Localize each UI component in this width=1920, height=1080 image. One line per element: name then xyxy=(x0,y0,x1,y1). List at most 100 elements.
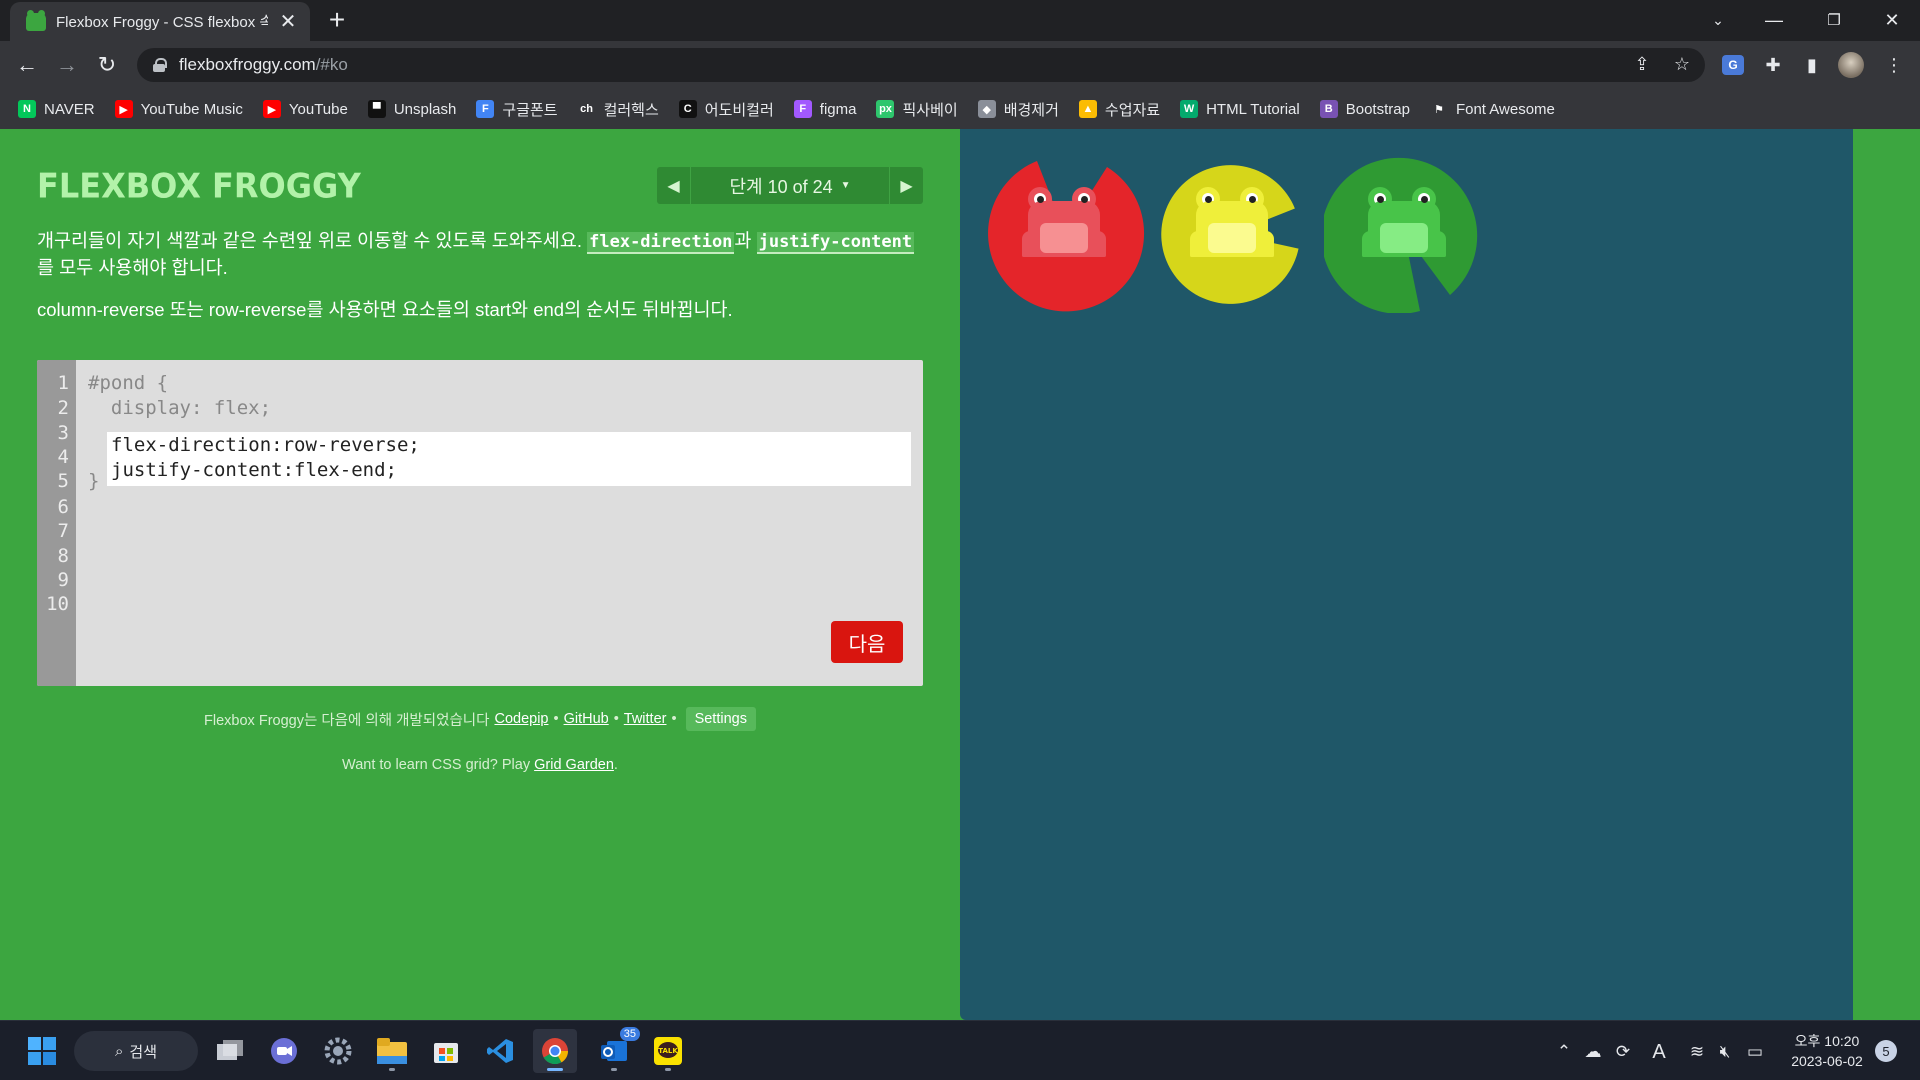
bookmark-item[interactable]: ▲ 수업자료 xyxy=(1078,89,1161,129)
bookmark-label: 구글폰트 xyxy=(502,101,558,119)
ime-indicator[interactable]: A xyxy=(1648,1041,1670,1063)
css-editor: 1 2 3 4 5 6 7 8 9 10 #pond { display: fl… xyxy=(37,360,923,686)
bookmark-item[interactable]: ▀ Unsplash xyxy=(367,89,456,129)
frog-favicon-icon xyxy=(26,9,46,31)
settings-gear-icon[interactable] xyxy=(316,1029,360,1073)
reload-icon[interactable]: ↻ xyxy=(91,49,123,81)
grid-promo-period: . xyxy=(613,757,618,773)
bookmark-item[interactable]: ch 컬러헥스 xyxy=(577,89,659,129)
page-right-margin xyxy=(1853,129,1920,1020)
grid-garden-link[interactable]: Grid Garden xyxy=(534,757,614,773)
instruction-text: 개구리들이 자기 색깔과 같은 수련잎 위로 이동할 수 있도록 도와주세요. xyxy=(37,230,588,251)
microsoft-store-icon[interactable] xyxy=(424,1029,468,1073)
new-tab-button[interactable]: + xyxy=(322,6,352,36)
bookmark-item[interactable]: B Bootstrap xyxy=(1319,89,1410,129)
lock-icon[interactable] xyxy=(153,58,167,72)
bookmark-label: 수업자료 xyxy=(1104,101,1161,119)
windows-start-icon[interactable] xyxy=(20,1029,64,1073)
back-arrow-icon[interactable]: ← xyxy=(11,49,43,81)
code-justify-content[interactable]: justify-content xyxy=(756,232,915,254)
close-window-button[interactable]: ✕ xyxy=(1864,0,1920,40)
codepip-link[interactable]: Codepip xyxy=(494,711,548,727)
extensions-puzzle-icon[interactable]: ✚ xyxy=(1758,50,1788,80)
zoom-icon[interactable] xyxy=(262,1029,306,1073)
bookmark-star-icon[interactable]: ☆ xyxy=(1667,49,1697,79)
profile-avatar[interactable] xyxy=(1838,52,1864,78)
url-host: flexboxfroggy.com xyxy=(179,55,316,74)
bookmark-item[interactable]: ▶ YouTube Music xyxy=(114,89,243,129)
youtube-music-icon: ▶ xyxy=(114,100,133,118)
pixabay-icon: px xyxy=(876,100,895,118)
level-indicator[interactable]: 단계 10 of 24 ▼ xyxy=(691,167,889,204)
settings-button[interactable]: Settings xyxy=(685,707,756,731)
svg-text:TALK: TALK xyxy=(658,1047,678,1055)
restore-button[interactable]: ❐ xyxy=(1806,0,1862,40)
wifi-icon[interactable]: ≋ xyxy=(1686,1041,1708,1063)
bookmark-label: Bootstrap xyxy=(1345,100,1410,118)
volume-muted-icon[interactable]: 🔇︎ xyxy=(1714,1041,1736,1063)
chrome-icon[interactable] xyxy=(533,1029,577,1073)
vscode-icon[interactable] xyxy=(478,1029,522,1073)
notification-badge[interactable]: 5 xyxy=(1875,1040,1897,1062)
menu-kebab-icon[interactable]: ⋮ xyxy=(1879,50,1909,80)
onedrive-cloud-icon[interactable]: ☁ xyxy=(1582,1041,1604,1063)
bookmark-item[interactable]: Ffigma xyxy=(793,89,856,129)
close-tab-icon[interactable]: ✕ xyxy=(278,9,298,34)
colorhex-icon: ch xyxy=(577,100,596,118)
line-number: 1 xyxy=(57,372,69,394)
github-link[interactable]: GitHub xyxy=(564,711,609,727)
bookmark-item[interactable]: ◆ 배경제거 xyxy=(977,89,1059,129)
line-number: 2 xyxy=(57,397,69,419)
line-number: 3 xyxy=(57,422,69,444)
share-icon[interactable]: ⇪ xyxy=(1627,49,1657,79)
bookmark-item[interactable]: N NAVER xyxy=(18,89,95,129)
frog-leg xyxy=(1362,231,1378,257)
instruction-paragraph-2: column-reverse 또는 row-reverse를 사용하면 요소들의… xyxy=(37,299,733,320)
line-number: 5 xyxy=(57,470,69,492)
instruction-text: 를 모두 사용해야 합니다. xyxy=(37,257,228,278)
sidebar: FLEXBOX FROGGY ◀ 단계 10 of 24 ▼ ▶ 개구리들이 자… xyxy=(0,129,960,1020)
outlook-icon[interactable]: 35 xyxy=(592,1027,640,1073)
address-bar[interactable]: flexboxfroggy.com /#ko xyxy=(137,48,1705,82)
bookmark-item[interactable]: ⚑ Font Awesome xyxy=(1429,89,1555,129)
bookmark-item[interactable]: px 픽사베이 xyxy=(876,89,958,129)
naver-icon: N xyxy=(18,100,36,118)
kakaotalk-icon[interactable]: TALK xyxy=(646,1029,690,1073)
code-line-selector: #pond { xyxy=(88,372,169,394)
frog-leg xyxy=(1022,231,1038,257)
answer-line-2: justify-content:flex-end; xyxy=(111,459,397,481)
frog-leg xyxy=(1430,231,1446,257)
side-panel-icon[interactable]: ▮ xyxy=(1797,50,1827,80)
taskbar-search[interactable]: ⌕ 검색 xyxy=(74,1031,198,1071)
grid-promo-text: Want to learn CSS grid? Play xyxy=(342,757,535,773)
grid-garden-promo: Want to learn CSS grid? Play Grid Garden… xyxy=(0,757,960,773)
tab-search-chevron-icon[interactable]: ⌄ xyxy=(1690,0,1746,40)
bookmark-label: YouTube xyxy=(288,100,348,118)
previous-level-arrow-icon[interactable]: ◀ xyxy=(657,167,691,204)
bullet-separator: • xyxy=(613,711,619,727)
yellow-frog xyxy=(1188,187,1276,257)
figma-icon: F xyxy=(793,100,812,118)
bookmark-item[interactable]: C 어도비컬러 xyxy=(678,89,774,129)
remove-bg-icon: ◆ xyxy=(977,100,996,118)
bookmark-item[interactable]: F 구글폰트 xyxy=(476,89,558,129)
task-view-icon[interactable] xyxy=(208,1029,252,1073)
twitter-link[interactable]: Twitter xyxy=(624,711,667,727)
file-explorer-icon[interactable] xyxy=(370,1029,414,1073)
tray-chevron-up-icon[interactable]: ⌃ xyxy=(1553,1041,1575,1063)
bookmark-item[interactable]: W HTML Tutorial xyxy=(1180,89,1300,129)
forward-arrow-icon[interactable]: → xyxy=(51,49,83,81)
next-button[interactable]: 다음 xyxy=(831,621,903,663)
green-frog xyxy=(1360,187,1448,257)
battery-icon[interactable]: ▭ xyxy=(1744,1041,1766,1063)
bookmark-item[interactable]: ▶ YouTube xyxy=(262,89,348,129)
system-clock[interactable]: 오후 10:20 2023-06-02 xyxy=(1782,1031,1872,1071)
code-flex-direction[interactable]: flex-direction xyxy=(587,232,735,254)
sync-icon[interactable]: ⟳ xyxy=(1612,1041,1634,1063)
minimize-button[interactable]: — xyxy=(1746,0,1802,40)
translate-icon[interactable]: G xyxy=(1722,55,1744,75)
windows-taskbar: ⌕ 검색 35 TALK ⌃ ☁ ⟳ A ≋ 🔇︎ ▭ 오후 10:20 202… xyxy=(0,1020,1920,1080)
bookmarks-bar: N NAVER ▶ YouTube Music ▶ YouTube ▀ Unsplash F 구글… xyxy=(0,89,1920,129)
next-level-arrow-icon[interactable]: ▶ xyxy=(889,167,923,204)
browser-tab[interactable]: Flexbox Froggy - CSS flexbox 속 ✕ xyxy=(10,2,310,41)
